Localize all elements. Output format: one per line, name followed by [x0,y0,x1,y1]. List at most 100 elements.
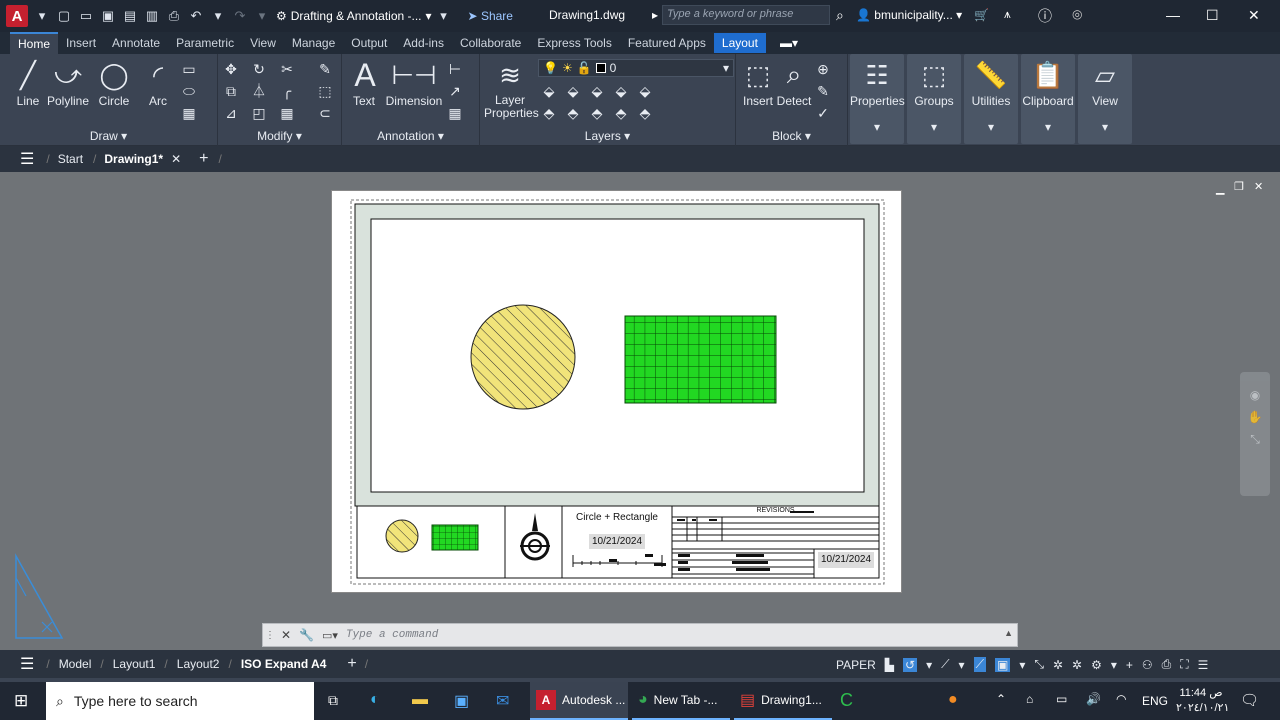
layout-tab-layout2[interactable]: Layout2 [168,657,229,671]
undo-icon[interactable]: ↶ [188,8,204,24]
expand-up-icon[interactable]: ▲ [1004,628,1013,638]
search-input[interactable]: Type a keyword or phrase [662,5,830,25]
rectangle-icon[interactable]: ▭ [180,60,198,78]
cart-icon[interactable]: 🛒 [974,8,989,22]
create-block-icon[interactable]: ⊕ [814,60,832,78]
tab-express-tools[interactable]: Express Tools [529,33,619,53]
feedback-icon[interactable]: ◎ [1072,7,1082,21]
command-history-icon[interactable]: ▭▾ [322,629,338,642]
layer-tool-2-icon[interactable]: ⬙ [564,82,582,100]
mail-icon[interactable]: ✉ [496,691,509,711]
app-menu-chevron-icon[interactable]: ▾ [34,8,50,24]
polyline-button[interactable]: ⤻ Polyline [46,58,90,108]
redo-dropdown-icon[interactable]: ▾ [254,8,270,24]
line-button[interactable]: ╱ Line [10,58,46,109]
customize-qat-icon[interactable]: ▾ [436,8,452,24]
arc-button[interactable]: ◜ Arc [140,58,176,109]
notification-app-icon[interactable]: ● [948,691,958,709]
save-icon[interactable]: ▣ [100,8,116,24]
copy-icon[interactable]: ⧉ [222,82,240,100]
edit-block-icon[interactable]: ✎ [814,82,832,100]
hamburger-icon[interactable]: ☰ [20,149,34,169]
autoscale-icon[interactable]: ✲ [1072,658,1082,672]
circle-button[interactable]: ◯ Circle [96,58,132,109]
detect-button[interactable]: ⌕ Detect [776,58,812,108]
properties-panel[interactable]: ☷ Properties ▾ [850,54,905,144]
taskbar-chrome[interactable]: ◕ New Tab -... [632,682,730,720]
layer-tool-3-icon[interactable]: ⬙ [588,82,606,100]
snap-icon[interactable]: ↺ [903,657,918,672]
isolate-icon[interactable]: ⚇ [1142,658,1153,672]
chevron-down-icon[interactable]: ▾ [1111,658,1117,672]
annotation-visibility-icon[interactable]: ✲ [1053,658,1063,672]
edge-icon[interactable]: ◐ [370,691,380,709]
pan-hand-icon[interactable]: ✋ [1240,410,1270,424]
tab-output[interactable]: Output [343,33,395,53]
chevron-down-icon[interactable]: ▾ [959,658,965,672]
layer-tool-10-icon[interactable]: ⬘ [636,104,654,122]
modify-panel-title[interactable]: Modify ▾ [218,129,341,143]
tab-parametric[interactable]: Parametric [168,33,242,53]
zoom-icon[interactable]: ⤡ [1240,432,1270,447]
add-layout-icon[interactable]: + [347,655,356,673]
layer-tool-1-icon[interactable]: ⬙ [540,82,558,100]
taskbar-pdf[interactable]: ▤ Drawing1... [734,682,832,720]
close-icon[interactable]: ✕ [1248,7,1260,24]
command-line[interactable]: ⋮ ✕ 🔧 ▭▾ Type a command ▲ [262,623,1018,647]
isodraft-icon[interactable]: ⟋ [973,657,986,672]
help-icon[interactable]: ⓘ [1038,6,1052,26]
ribbon-toggle-icon[interactable]: ▬▾ [780,36,798,50]
store-icon[interactable]: ▣ [454,691,469,711]
trim-icon[interactable]: ✂ [278,60,296,78]
taskbar-search[interactable]: ⌕ Type here to search [46,682,314,720]
workspace-switcher[interactable]: ⚙ Drafting & Annotation -... ▾ [276,9,432,23]
viewport-minimize-icon[interactable]: ▁ [1216,182,1224,195]
autodesk-app-icon[interactable]: ⩚ [1004,7,1011,22]
undo-dropdown-icon[interactable]: ▾ [210,8,226,24]
hatched-circle[interactable] [470,304,576,410]
array-icon[interactable]: ▦ [278,104,296,122]
clock[interactable]: 11:44 ص ٢٠٢٤/١٠/٢١ [1176,686,1229,716]
edit-attributes-icon[interactable]: ✓ [814,104,832,122]
search-icon[interactable]: ⌕ [836,7,844,24]
notification-center-icon[interactable]: 🗨 [1240,691,1259,709]
windows-start-icon[interactable]: ⊞ [14,691,28,711]
fullscreen-icon[interactable]: ⛶ [1180,657,1188,672]
erase-icon[interactable]: ✎ [316,60,334,78]
layer-tool-8-icon[interactable]: ⬘ [588,104,606,122]
redo-icon[interactable]: ↷ [232,8,248,24]
language-indicator[interactable]: ENG [1142,694,1168,708]
grid-rectangle[interactable] [624,315,777,404]
new-file-icon[interactable]: ▢ [56,8,72,24]
tab-featured-apps[interactable]: Featured Apps [620,33,714,53]
tab-home[interactable]: Home [10,32,59,54]
explode-icon[interactable]: ⬚ [316,82,334,100]
multileader-icon[interactable]: ↗ [446,82,464,100]
viewport-close-icon[interactable]: ✕ [1254,180,1263,193]
new-tab-icon[interactable]: + [199,150,208,168]
layer-tool-7-icon[interactable]: ⬘ [564,104,582,122]
layer-properties-button[interactable]: ≋ Layer Properties [484,58,539,120]
dimension-button[interactable]: ⊢⊣ Dimension [384,58,444,109]
view-panel[interactable]: ▱ View ▾ [1078,54,1132,144]
open-folder-icon[interactable]: ▭ [78,8,94,24]
insert-button[interactable]: ⬚ Insert [740,58,776,109]
user-account[interactable]: 👤 bmunicipality... ▾ [856,8,962,22]
offset-icon[interactable]: ⊂ [316,104,334,122]
leader-icon[interactable]: ⊢ [446,60,464,78]
wrench-icon[interactable]: 🔧 [299,628,314,642]
tray-chevron-icon[interactable]: ⌃ [996,692,1006,706]
utilities-panel[interactable]: 📏 Utilities ▾ [964,54,1018,144]
ortho-icon[interactable]: ⟋ [941,657,949,672]
steering-wheel-icon[interactable]: ◉ [1240,388,1270,402]
settings-gear-icon[interactable]: ⚙ [1091,658,1102,672]
volume-icon[interactable]: 🔊 [1086,692,1101,706]
tab-collaborate[interactable]: Collaborate [452,33,529,53]
layer-tool-9-icon[interactable]: ⬘ [612,104,630,122]
autocad-logo[interactable]: A [6,5,28,27]
block-panel-title[interactable]: Block ▾ [736,129,847,143]
table-icon[interactable]: ▦ [180,104,198,122]
tab-view[interactable]: View [242,33,284,53]
draw-panel-title[interactable]: Draw ▾ [0,129,217,143]
battery-icon[interactable]: ▭ [1056,692,1067,706]
